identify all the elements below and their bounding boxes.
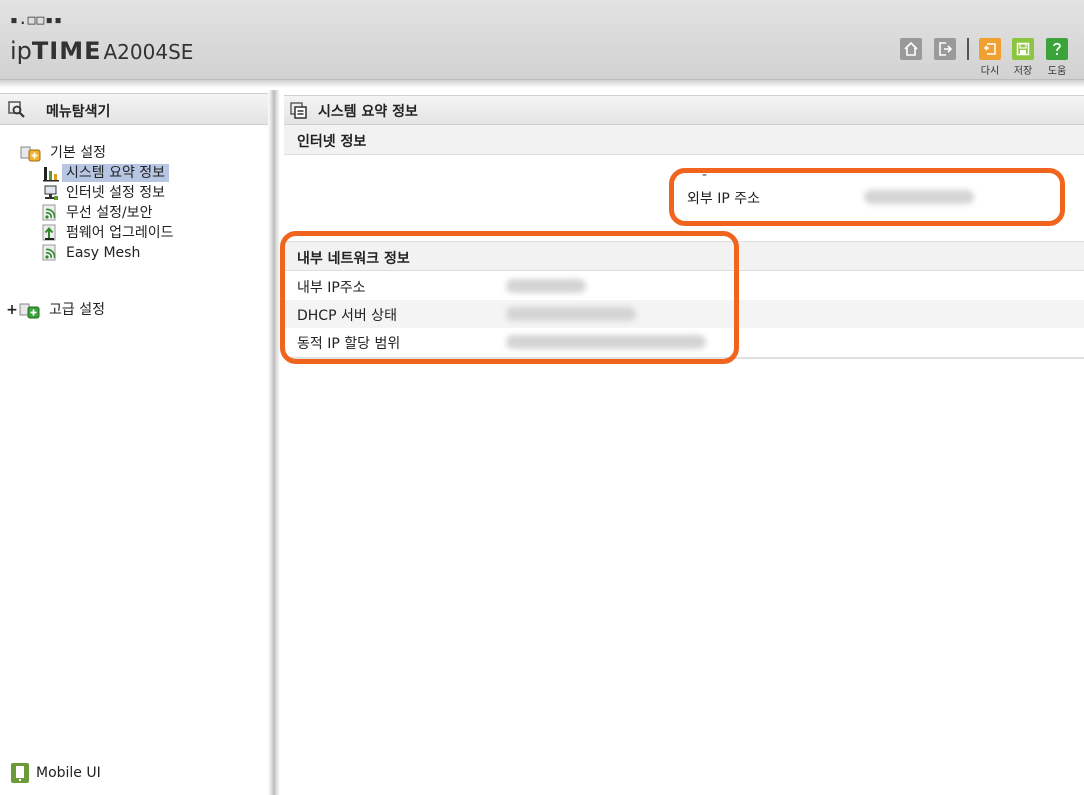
mobile-ui-link[interactable]: Mobile UI <box>10 762 101 784</box>
redo-label: 다시 <box>980 66 1000 77</box>
frame-divider[interactable] <box>268 90 280 795</box>
help-button[interactable] <box>1046 38 1068 60</box>
wireless-icon <box>42 204 56 221</box>
brand-model: A2004SE <box>103 40 194 64</box>
save-button[interactable] <box>1012 38 1034 60</box>
mobile-icon <box>11 763 29 783</box>
brand-logo: ipTIME A2004SE <box>10 37 193 65</box>
sidebar-item-internet-settings[interactable]: 인터넷 설정 정보 <box>42 183 169 203</box>
redo-icon <box>983 43 996 55</box>
wireless-icon <box>42 244 56 261</box>
logo-dots: ▪.□□▪▪ <box>10 13 63 28</box>
external-ip-highlight <box>669 168 1065 226</box>
sidebar-item-label: 펌웨어 업그레이드 <box>66 225 174 241</box>
sidebar-item-label: 인터넷 설정 정보 <box>66 185 166 201</box>
internal-network-highlight <box>280 231 739 364</box>
home-icon <box>904 41 918 56</box>
folder-open-icon <box>20 146 41 162</box>
sidebar-item-system-summary[interactable]: 시스템 요약 정보 <box>42 163 170 183</box>
sidebar-item-label: 무선 설정/보안 <box>66 205 153 221</box>
sidebar-header: 메뉴탐색기 <box>0 93 268 125</box>
expand-toggle[interactable]: + <box>5 302 19 318</box>
sidebar-item-easy-mesh[interactable]: Easy Mesh <box>42 243 144 263</box>
sidebar-group-advanced-label: 고급 설정 <box>49 302 105 318</box>
help-label: 도움 <box>1047 66 1067 77</box>
upgrade-icon <box>42 224 56 241</box>
folder-closed-icon <box>19 303 40 319</box>
sidebar-item-wireless[interactable]: 무선 설정/보안 <box>42 203 156 223</box>
summary-page-icon <box>290 102 307 119</box>
mobile-ui-label: Mobile UI <box>36 765 101 781</box>
sidebar: 메뉴탐색기 기본 설정 시스템 요약 정보 인터넷 설정 정보 무선 설정/보안… <box>0 93 268 795</box>
chart-icon <box>43 167 59 182</box>
page-title: 시스템 요약 정보 <box>318 104 418 120</box>
save-label: 저장 <box>1013 66 1033 77</box>
sidebar-item-label: Easy Mesh <box>66 245 141 261</box>
sidebar-item-firmware-upgrade[interactable]: 펌웨어 업그레이드 <box>42 223 178 243</box>
header-bar: ▪.□□▪▪ ipTIME A2004SE 다시 저장 도움 <box>0 0 1084 80</box>
sidebar-item-label: 시스템 요약 정보 <box>62 164 170 182</box>
sidebar-group-basic-label: 기본 설정 <box>50 145 106 161</box>
brand-ip: ip <box>10 37 32 65</box>
main-header: 시스템 요약 정보 <box>284 95 1084 125</box>
help-icon <box>1053 42 1061 56</box>
toolbar-separator <box>967 38 969 60</box>
logout-button[interactable] <box>934 38 956 60</box>
brand-time: TIME <box>31 37 102 65</box>
sidebar-group-advanced[interactable]: + 고급 설정 <box>5 300 109 320</box>
internet-info-section-header: 인터넷 정보 <box>284 125 1084 155</box>
home-button[interactable] <box>900 38 922 60</box>
sidebar-group-basic[interactable]: 기본 설정 <box>20 143 110 163</box>
network-icon <box>44 185 58 200</box>
search-icon <box>8 101 25 118</box>
sidebar-title: 메뉴탐색기 <box>46 104 111 120</box>
header-shadow <box>0 80 1084 88</box>
redo-button[interactable] <box>979 38 1001 60</box>
section-title: 인터넷 정보 <box>297 134 367 150</box>
logout-icon <box>939 42 953 56</box>
save-icon <box>1016 42 1030 56</box>
